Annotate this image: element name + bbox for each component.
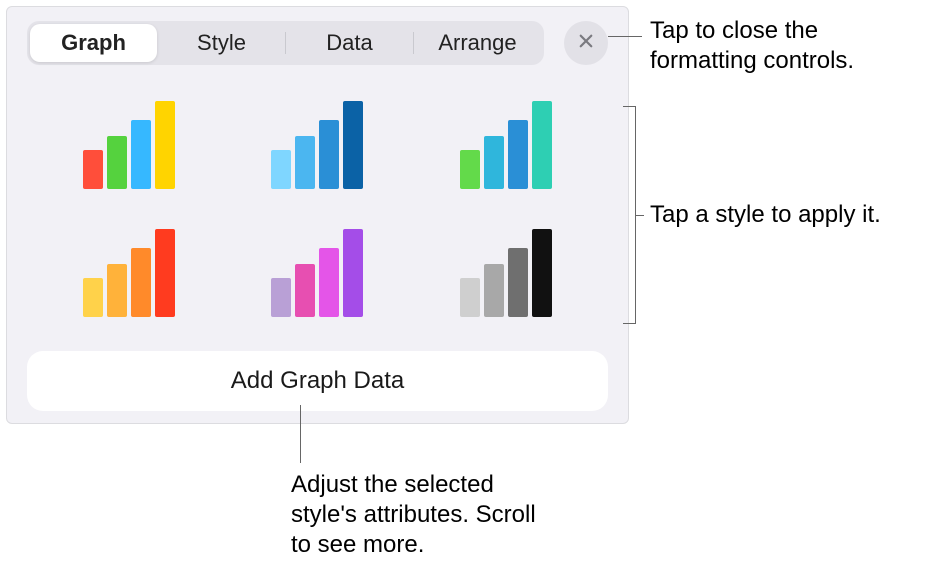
- callout-bracket: [624, 106, 636, 324]
- swatch-bar: [155, 101, 175, 189]
- callout-add-text: Adjust the selected style's attributes. …: [291, 470, 561, 560]
- swatch-bar: [271, 278, 291, 317]
- button-label: Add Graph Data: [231, 367, 404, 395]
- tab-data[interactable]: Data: [286, 24, 413, 62]
- swatch-bar: [532, 101, 552, 189]
- swatch-bar: [343, 229, 363, 317]
- swatch-bar: [319, 120, 339, 189]
- swatch-bar: [83, 278, 103, 317]
- panel-topbar: Graph Style Data Arrange: [27, 21, 608, 65]
- swatch-bar: [83, 150, 103, 189]
- swatch-bar: [484, 264, 504, 317]
- close-icon: [577, 32, 595, 55]
- swatch-bar: [131, 248, 151, 317]
- callout-leader: [300, 405, 301, 463]
- tab-label: Style: [197, 30, 246, 56]
- callout-leader: [636, 215, 644, 216]
- chart-style-swatch[interactable]: [243, 101, 391, 189]
- chart-style-swatch[interactable]: [432, 101, 580, 189]
- tab-arrange[interactable]: Arrange: [414, 24, 541, 62]
- format-panel: Graph Style Data Arrange: [6, 6, 629, 424]
- swatch-bar: [343, 101, 363, 189]
- chart-style-swatch[interactable]: [243, 229, 391, 317]
- callout-leader: [608, 36, 642, 37]
- swatch-bar: [295, 264, 315, 317]
- tab-label: Arrange: [438, 30, 516, 56]
- close-button[interactable]: [564, 21, 608, 65]
- tab-label: Graph: [61, 30, 126, 56]
- chart-styles-grid: [27, 101, 608, 317]
- callout-styles-text: Tap a style to apply it.: [650, 200, 881, 230]
- tab-bar: Graph Style Data Arrange: [27, 21, 544, 65]
- swatch-bar: [155, 229, 175, 317]
- swatch-bar: [532, 229, 552, 317]
- chart-style-swatch[interactable]: [55, 101, 203, 189]
- tab-label: Data: [326, 30, 372, 56]
- swatch-bar: [107, 264, 127, 317]
- swatch-bar: [107, 136, 127, 189]
- swatch-bar: [319, 248, 339, 317]
- tab-graph[interactable]: Graph: [30, 24, 157, 62]
- swatch-bar: [131, 120, 151, 189]
- tab-style[interactable]: Style: [158, 24, 285, 62]
- chart-style-swatch[interactable]: [55, 229, 203, 317]
- swatch-bar: [460, 150, 480, 189]
- swatch-bar: [484, 136, 504, 189]
- swatch-bar: [508, 120, 528, 189]
- add-graph-data-button[interactable]: Add Graph Data: [27, 351, 608, 411]
- swatch-bar: [295, 136, 315, 189]
- swatch-bar: [460, 278, 480, 317]
- swatch-bar: [271, 150, 291, 189]
- chart-style-swatch[interactable]: [432, 229, 580, 317]
- callout-close-text: Tap to close the formatting controls.: [650, 16, 920, 76]
- swatch-bar: [508, 248, 528, 317]
